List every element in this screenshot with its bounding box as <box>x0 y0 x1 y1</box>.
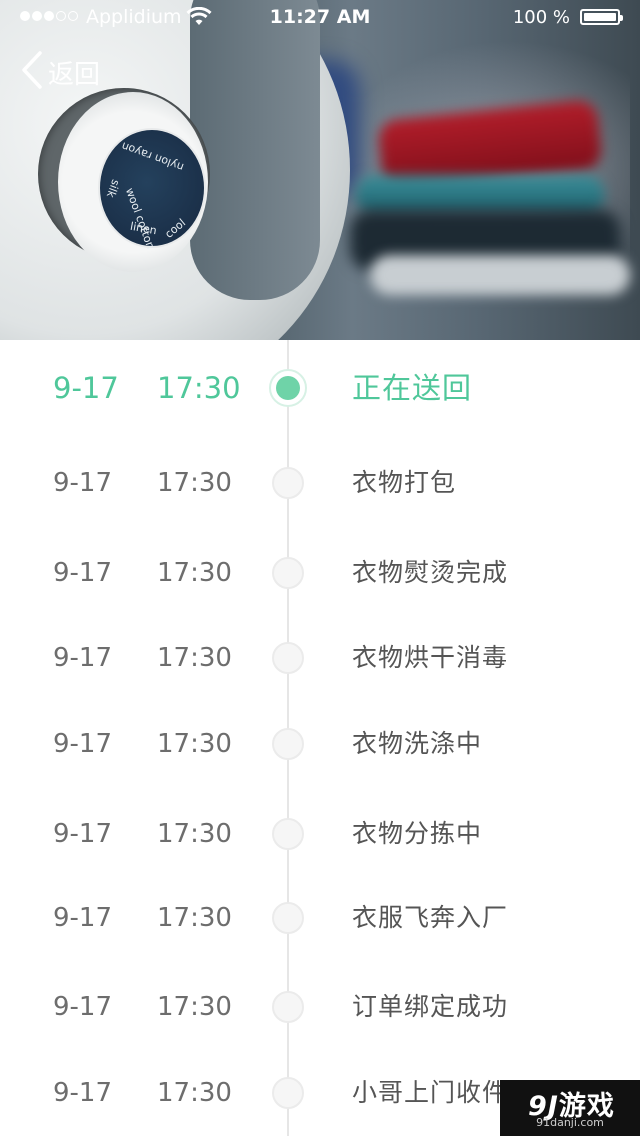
row-status: 衣物分拣中 <box>352 819 483 848</box>
row-date: 9-17 <box>53 558 113 588</box>
row-date: 9-17 <box>53 729 113 759</box>
row-status: 小哥上门收件 <box>352 1078 509 1107</box>
timeline-node-icon <box>272 902 304 934</box>
order-timeline: 9-17 17:30 正在送回 9-17 17:30 衣物打包 9-17 17:30 衣物熨烫完… <box>0 340 640 1136</box>
timeline-node-icon <box>272 557 304 589</box>
row-time: 17:30 <box>157 371 241 405</box>
timeline-node-icon <box>272 728 304 760</box>
row-status: 衣物打包 <box>352 468 457 497</box>
timeline-node-icon <box>272 1077 304 1109</box>
timeline-row: 9-17 17:30 衣物熨烫完成 <box>0 543 640 603</box>
timeline-row: 9-17 17:30 衣物烘干消毒 <box>0 628 640 688</box>
row-time: 17:30 <box>157 903 232 933</box>
row-time: 17:30 <box>157 468 232 498</box>
watermark-logo: 9J游戏 91danji.com <box>500 1080 640 1136</box>
row-status: 衣服飞奔入厂 <box>352 903 509 932</box>
row-date: 9-17 <box>53 371 119 405</box>
row-date: 9-17 <box>53 992 113 1022</box>
row-date: 9-17 <box>53 643 113 673</box>
timeline-node-icon <box>272 467 304 499</box>
row-time: 17:30 <box>157 1078 232 1108</box>
row-date: 9-17 <box>53 819 113 849</box>
timeline-row: 9-17 17:30 订单绑定成功 <box>0 977 640 1037</box>
chevron-left-icon <box>20 50 44 94</box>
row-status: 正在送回 <box>352 371 473 405</box>
timeline-node-icon <box>272 818 304 850</box>
row-date: 9-17 <box>53 903 113 933</box>
row-status: 衣物洗涤中 <box>352 729 483 758</box>
back-button[interactable]: 返回 <box>20 50 100 94</box>
row-time: 17:30 <box>157 643 232 673</box>
battery-percentage: 100 % <box>512 7 570 28</box>
back-label: 返回 <box>48 59 101 90</box>
status-bar: Applidium 11:27 AM 100 % <box>0 0 640 36</box>
timeline-node-icon <box>272 991 304 1023</box>
timeline-row-current: 9-17 17:30 正在送回 <box>0 358 640 418</box>
timeline-row: 9-17 17:30 衣服飞奔入厂 <box>0 888 640 948</box>
battery-level <box>584 13 616 21</box>
row-time: 17:30 <box>157 992 232 1022</box>
row-time: 17:30 <box>157 729 232 759</box>
row-date: 9-17 <box>53 1078 113 1108</box>
row-time: 17:30 <box>157 819 232 849</box>
row-status: 衣物烘干消毒 <box>352 643 509 672</box>
row-date: 9-17 <box>53 468 113 498</box>
timeline-node-active-icon <box>269 369 307 407</box>
row-time: 17:30 <box>157 558 232 588</box>
row-status: 订单绑定成功 <box>352 992 509 1021</box>
row-status: 衣物熨烫完成 <box>352 558 509 587</box>
timeline-row: 9-17 17:30 衣物打包 <box>0 453 640 513</box>
timeline-row: 9-17 17:30 衣物分拣中 <box>0 804 640 864</box>
timeline-row: 9-17 17:30 衣物洗涤中 <box>0 714 640 774</box>
battery-icon <box>580 9 623 25</box>
watermark-url: 91danji.com <box>536 1116 604 1129</box>
timeline-node-icon <box>272 642 304 674</box>
